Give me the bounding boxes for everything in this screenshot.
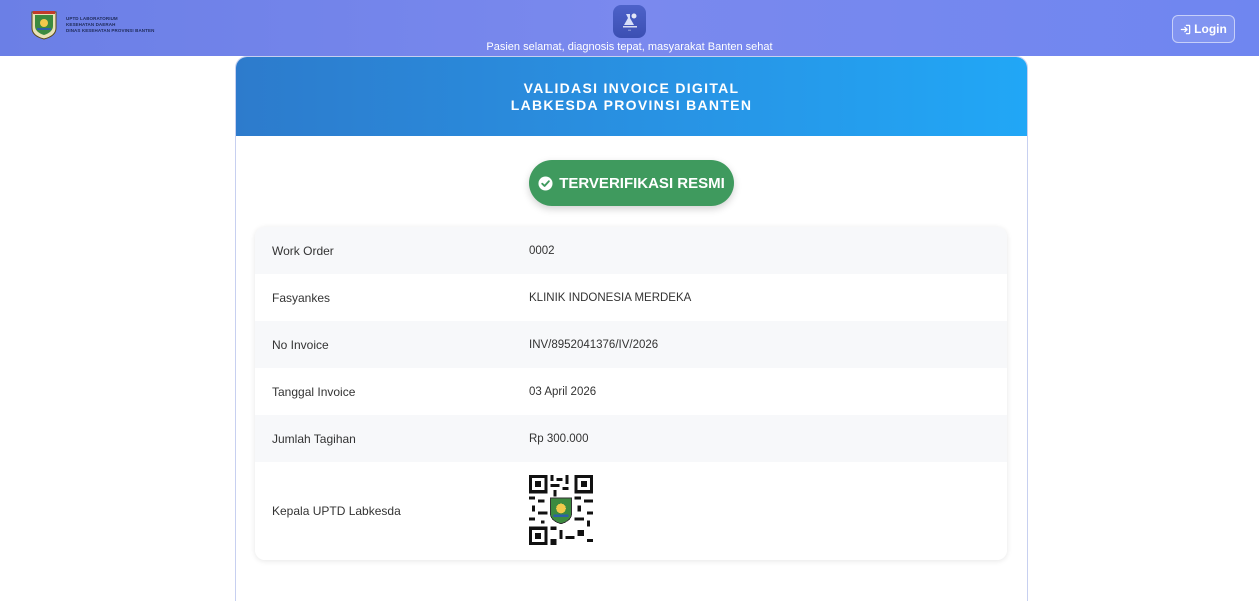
login-label: Login — [1194, 22, 1227, 36]
brand-text: UPTD LABORATORIUM KESEHATAN DAERAH DINAS… — [66, 16, 154, 34]
card-title-line-1: VALIDASI INVOICE DIGITAL — [523, 79, 740, 96]
brand[interactable]: UPTD LABORATORIUM KESEHATAN DAERAH DINAS… — [30, 10, 154, 40]
detail-row-jumlah-tagihan: Jumlah Tagihan Rp 300.000 — [255, 415, 1007, 462]
row-label: Fasyankes — [272, 290, 331, 305]
row-label: Kepala UPTD Labkesda — [272, 504, 401, 518]
labkesda-logo-icon: ••• — [613, 5, 646, 38]
detail-row-work-order: Work Order 0002 — [255, 227, 1007, 274]
row-value: INV/8952041376/IV/2026 — [529, 338, 659, 351]
row-value: KLINIK INDONESIA MERDEKA — [529, 291, 692, 304]
verified-badge: TERVERIFIKASI RESMI — [529, 160, 734, 206]
detail-row-fasyankes: Fasyankes KLINIK INDONESIA MERDEKA — [255, 274, 1007, 321]
row-value: 03 April 2026 — [529, 385, 597, 398]
tagline: Pasien selamat, diagnosis tepat, masyara… — [486, 41, 773, 53]
row-label: Jumlah Tagihan — [272, 431, 356, 446]
login-button[interactable]: Login — [1172, 15, 1235, 43]
detail-row-no-invoice: No Invoice INV/8952041376/IV/2026 — [255, 321, 1007, 368]
detail-row-kepala-uptd: Kepala UPTD Labkesda — [255, 462, 1007, 560]
banten-emblem-icon — [30, 10, 58, 40]
card-header: VALIDASI INVOICE DIGITAL LABKESDA PROVIN… — [236, 57, 1027, 136]
row-label: Tanggal Invoice — [272, 384, 356, 399]
invoice-details-table: Work Order 0002 Fasyankes KLINIK INDONES… — [255, 227, 1007, 560]
card-title-line-2: LABKESDA PROVINSI BANTEN — [510, 96, 753, 113]
check-circle-icon — [538, 175, 553, 191]
qr-code-icon — [529, 475, 593, 545]
row-label: No Invoice — [272, 337, 329, 352]
row-value: Rp 300.000 — [529, 432, 589, 445]
top-navbar: UPTD LABORATORIUM KESEHATAN DAERAH DINAS… — [0, 0, 1259, 56]
brand-line-3: DINAS KESEHATAN PROVINSI BANTEN — [66, 28, 155, 33]
verified-label: TERVERIFIKASI RESMI — [559, 174, 725, 192]
row-value: 0002 — [529, 244, 555, 257]
invoice-validation-card: VALIDASI INVOICE DIGITAL LABKESDA PROVIN… — [235, 56, 1028, 601]
sign-in-icon — [1180, 24, 1191, 35]
row-label: Work Order — [272, 243, 334, 258]
detail-row-tanggal-invoice: Tanggal Invoice 03 April 2026 — [255, 368, 1007, 415]
